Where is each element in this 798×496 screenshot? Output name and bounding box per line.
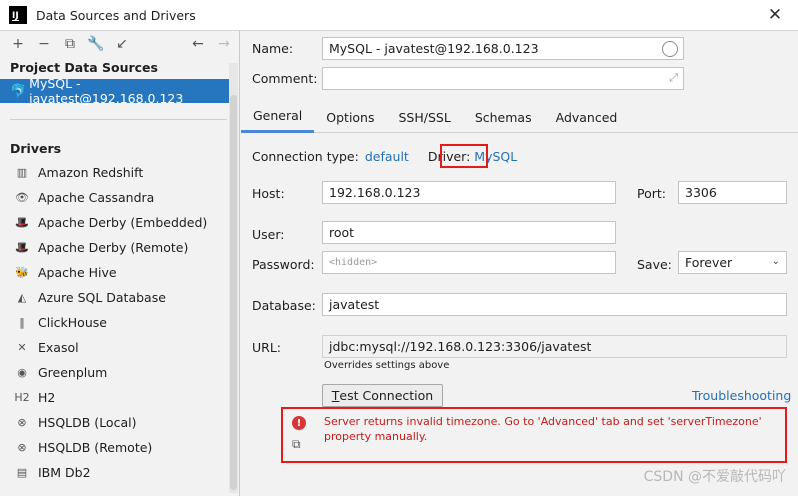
copy-icon[interactable]: ⧉: [292, 437, 306, 451]
watermark: CSDN @不爱敲代码吖: [643, 469, 786, 485]
driver-label: HSQLDB (Remote): [38, 440, 153, 455]
driver-label: Greenplum: [38, 365, 108, 380]
password-input[interactable]: <hidden>: [322, 251, 616, 274]
driver-item[interactable]: ▥ Amazon Redshift: [0, 160, 239, 185]
error-message: Server returns invalid timezone. Go to '…: [324, 415, 762, 443]
add-icon[interactable]: +: [8, 34, 28, 54]
left-panel: + − ⧉ 🔧 ↙ ← → Project Data Sources 🐬 MyS…: [0, 31, 240, 496]
intellij-app-icon: IJ: [9, 6, 27, 24]
save-label: Save:: [637, 257, 672, 272]
driver-icon: ▥: [16, 166, 28, 179]
driver-item[interactable]: ▤ IBM Db2: [0, 460, 239, 485]
driver-label: HSQLDB (Local): [38, 415, 137, 430]
forward-arrow-icon[interactable]: →: [214, 34, 234, 54]
driver-icon: H2: [14, 391, 30, 404]
drivers-header: Drivers: [10, 141, 62, 156]
port-input[interactable]: 3306: [678, 181, 787, 204]
comment-input[interactable]: ⤢: [322, 67, 684, 90]
port-label: Port:: [637, 186, 666, 201]
driver-highlight-box: [440, 144, 488, 168]
driver-list: ▥ Amazon Redshift 👁 Apache Cassandra 🎩 Apache…: [0, 160, 239, 485]
driver-item[interactable]: ◉ Greenplum: [0, 360, 239, 385]
name-label: Name:: [252, 41, 294, 56]
driver-item[interactable]: 🎩 Apache Derby (Remote): [0, 235, 239, 260]
driver-icon: 👁: [15, 191, 29, 204]
driver-item[interactable]: 🐝 Apache Hive: [0, 260, 239, 285]
chevron-down-icon: ⌄: [771, 256, 780, 267]
make-global-icon[interactable]: ↙: [112, 34, 132, 54]
driver-label: H2: [38, 390, 56, 405]
tab-bar: General Options SSH/SSL Schemas Advanced: [241, 101, 798, 133]
driver-label: Apache Derby (Remote): [38, 240, 189, 255]
driver-item[interactable]: ⊗ HSQLDB (Local): [0, 410, 239, 435]
title-bar: IJ Data Sources and Drivers ✕: [0, 0, 798, 31]
database-label: Database:: [252, 298, 316, 313]
driver-icon: 🎩: [15, 241, 29, 254]
driver-label: ClickHouse: [38, 315, 107, 330]
url-label: URL:: [252, 340, 282, 355]
database-input[interactable]: javatest: [322, 293, 787, 316]
tab-options[interactable]: Options: [314, 101, 386, 133]
expand-icon[interactable]: ⤢: [669, 71, 678, 85]
duplicate-icon[interactable]: ⧉: [60, 34, 80, 54]
driver-icon: ⊗: [17, 441, 27, 454]
wrench-icon[interactable]: 🔧: [86, 34, 106, 54]
user-label: User:: [252, 227, 285, 242]
driver-label: Exasol: [38, 340, 79, 355]
tab-sshssl[interactable]: SSH/SSL: [387, 101, 463, 133]
driver-label: Apache Hive: [38, 265, 117, 280]
host-label: Host:: [252, 186, 285, 201]
tab-advanced[interactable]: Advanced: [544, 101, 630, 133]
remove-icon[interactable]: −: [34, 34, 54, 54]
driver-item[interactable]: H2 H2: [0, 385, 239, 410]
driver-icon: ◉: [17, 366, 27, 379]
driver-icon: 🐝: [15, 266, 29, 279]
driver-item[interactable]: ◭ Azure SQL Database: [0, 285, 239, 310]
driver-label: Apache Derby (Embedded): [38, 215, 208, 230]
data-source-label: MySQL - javatest@192.168.0.123: [29, 76, 184, 106]
data-source-item-mysql[interactable]: 🐬 MySQL - javatest@192.168.0.123: [0, 76, 230, 106]
driver-label: Amazon Redshift: [38, 165, 144, 180]
error-box: ! ⧉ Server returns invalid timezone. Go …: [281, 407, 787, 463]
driver-label: Apache Cassandra: [38, 190, 155, 205]
user-input[interactable]: root: [322, 221, 616, 244]
test-connection-button[interactable]: Test Connection: [322, 384, 443, 407]
window-title: Data Sources and Drivers: [36, 7, 196, 23]
connection-type-link[interactable]: default: [365, 149, 409, 164]
password-label: Password:: [252, 257, 315, 272]
driver-label: Azure SQL Database: [38, 290, 166, 305]
url-hint: Overrides settings above: [324, 360, 450, 371]
error-icon: !: [292, 416, 306, 430]
tab-general[interactable]: General: [241, 101, 315, 133]
driver-label: IBM Db2: [38, 465, 91, 480]
troubleshooting-link[interactable]: Troubleshooting: [692, 388, 791, 403]
driver-icon: ⊗: [17, 416, 27, 429]
driver-item[interactable]: ⊗ HSQLDB (Remote): [0, 435, 239, 460]
sources-toolbar: + − ⧉ 🔧 ↙ ← →: [0, 31, 239, 57]
vertical-scrollbar[interactable]: [229, 63, 238, 493]
comment-label: Comment:: [252, 71, 318, 86]
name-input[interactable]: MySQL - javatest@192.168.0.123: [322, 37, 684, 60]
back-arrow-icon[interactable]: ←: [188, 34, 208, 54]
save-select[interactable]: Forever ⌄: [678, 251, 787, 274]
driver-icon: ▤: [16, 466, 28, 479]
color-circle-icon[interactable]: [662, 41, 678, 57]
driver-item[interactable]: ✕ Exasol: [0, 335, 239, 360]
close-icon[interactable]: ✕: [766, 6, 784, 24]
driver-icon: ◭: [17, 291, 27, 304]
right-panel: Name: MySQL - javatest@192.168.0.123 Com…: [241, 31, 798, 496]
driver-icon: 🎩: [15, 216, 29, 229]
mysql-dolphin-icon: 🐬: [10, 83, 27, 99]
driver-item[interactable]: ‖ ClickHouse: [0, 310, 239, 335]
driver-item[interactable]: 🎩 Apache Derby (Embedded): [0, 210, 239, 235]
driver-item[interactable]: 👁 Apache Cassandra: [0, 185, 239, 210]
connection-type-label: Connection type:: [252, 149, 359, 164]
url-input[interactable]: jdbc:mysql://192.168.0.123:3306/javatest: [322, 335, 787, 358]
host-input[interactable]: 192.168.0.123: [322, 181, 616, 204]
tab-schemas[interactable]: Schemas: [463, 101, 544, 133]
driver-icon: ✕: [17, 341, 27, 354]
driver-icon: ‖: [19, 316, 25, 329]
